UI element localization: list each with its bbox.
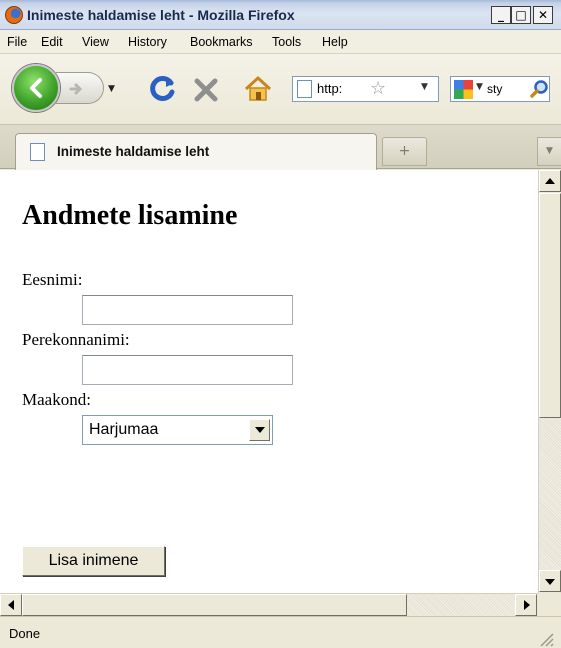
title-bar: Inimeste haldamise leht - Mozilla Firefo… [0, 0, 561, 30]
page-content: Andmete lisamine Eesnimi: Perekonnanimi:… [0, 170, 538, 593]
vertical-scroll-thumb[interactable] [539, 193, 561, 418]
search-bar[interactable]: ▼ sty [450, 76, 550, 102]
scrollbar-corner [538, 593, 561, 616]
horizontal-scroll-thumb[interactable] [22, 594, 407, 616]
url-bar[interactable]: http: ☆ ▼ [292, 76, 439, 102]
menu-file[interactable]: File [7, 35, 27, 49]
minimize-button[interactable]: _ [491, 6, 511, 24]
tab-list-button[interactable]: ▼ [537, 137, 561, 166]
search-engine-dropdown-icon[interactable]: ▼ [476, 82, 483, 92]
scroll-right-button[interactable] [515, 594, 537, 616]
menu-history[interactable]: History [128, 35, 167, 49]
url-dropdown-icon[interactable]: ▼ [421, 82, 428, 92]
first-name-label: Eesnimi: [22, 270, 83, 289]
county-label: Maakond: [22, 390, 91, 409]
county-selected-value: Harjumaa [89, 421, 159, 438]
add-person-button[interactable]: Lisa inimene [22, 546, 165, 576]
bookmark-star-icon[interactable]: ☆ [370, 79, 386, 99]
browser-window: Inimeste haldamise leht - Mozilla Firefo… [0, 0, 561, 648]
last-name-input[interactable] [82, 355, 293, 385]
arrow-right-icon [524, 600, 530, 610]
menu-edit[interactable]: Edit [41, 35, 63, 49]
search-input[interactable]: sty [487, 82, 502, 96]
history-dropdown-icon[interactable]: ▼ [108, 84, 115, 94]
back-button[interactable] [12, 64, 60, 112]
scroll-up-button[interactable] [539, 170, 561, 192]
back-arrow-icon [30, 78, 42, 98]
arrow-up-icon [545, 178, 555, 184]
maximize-button[interactable]: □ [511, 6, 531, 24]
forward-button[interactable] [56, 72, 104, 104]
navigation-toolbar: ▼ http: ☆ ▼ ▼ sty [0, 54, 561, 125]
status-bar: Done [0, 616, 561, 648]
tab-strip: Inimeste haldamise leht + ▼ [0, 125, 561, 170]
chevron-down-icon [255, 427, 265, 433]
menu-bar: File Edit View History Bookmarks Tools H… [0, 30, 561, 54]
menu-bookmarks[interactable]: Bookmarks [190, 35, 253, 49]
reload-icon[interactable] [148, 74, 178, 104]
arrow-down-icon [545, 579, 555, 585]
page-heading: Andmete lisamine [22, 200, 238, 231]
page-icon [30, 143, 45, 161]
page-icon [297, 80, 312, 98]
scroll-down-button[interactable] [539, 570, 561, 592]
last-name-label: Perekonnanimi: [22, 330, 130, 349]
select-dropdown-button[interactable] [249, 419, 270, 441]
horizontal-scrollbar[interactable] [0, 593, 538, 616]
menu-help[interactable]: Help [322, 35, 348, 49]
url-text[interactable]: http: [317, 81, 342, 96]
firefox-logo-icon [5, 6, 23, 24]
magnifier-icon[interactable] [529, 79, 549, 99]
vertical-scrollbar[interactable] [538, 170, 561, 593]
menu-tools[interactable]: Tools [272, 35, 301, 49]
first-name-input[interactable] [82, 295, 293, 325]
new-tab-button[interactable]: + [382, 137, 427, 166]
status-text: Done [9, 626, 41, 641]
search-engine-icon[interactable] [454, 80, 473, 99]
county-select[interactable]: Harjumaa [82, 415, 273, 445]
tab-active[interactable]: Inimeste haldamise leht [15, 133, 377, 170]
scroll-left-button[interactable] [0, 594, 22, 616]
arrow-left-icon [8, 600, 14, 610]
menu-view[interactable]: View [82, 35, 109, 49]
close-button[interactable]: ✕ [533, 6, 553, 24]
tab-label: Inimeste haldamise leht [57, 144, 210, 159]
stop-icon[interactable] [193, 77, 219, 103]
home-icon[interactable] [243, 74, 273, 104]
forward-arrow-icon [69, 83, 83, 95]
window-title: Inimeste haldamise leht - Mozilla Firefo… [27, 7, 295, 23]
resize-grip-icon[interactable] [536, 629, 554, 647]
